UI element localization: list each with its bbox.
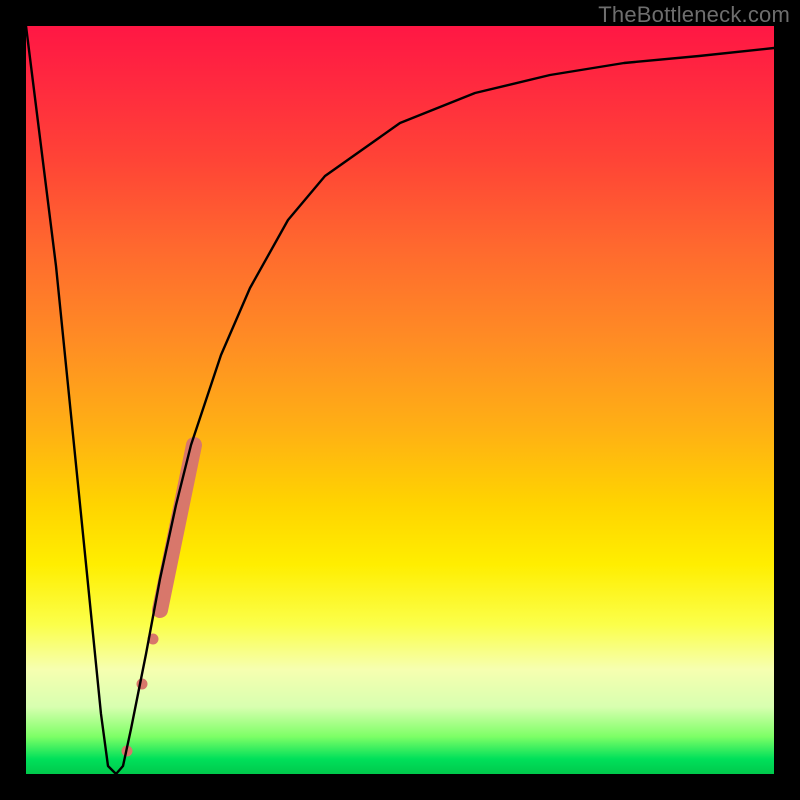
curve-layer — [26, 26, 774, 774]
chart-frame: TheBottleneck.com — [0, 0, 800, 800]
watermark-text: TheBottleneck.com — [598, 2, 790, 28]
plot-area — [26, 26, 774, 774]
highlight-capsule — [122, 445, 194, 756]
bottleneck-curve — [26, 26, 774, 774]
